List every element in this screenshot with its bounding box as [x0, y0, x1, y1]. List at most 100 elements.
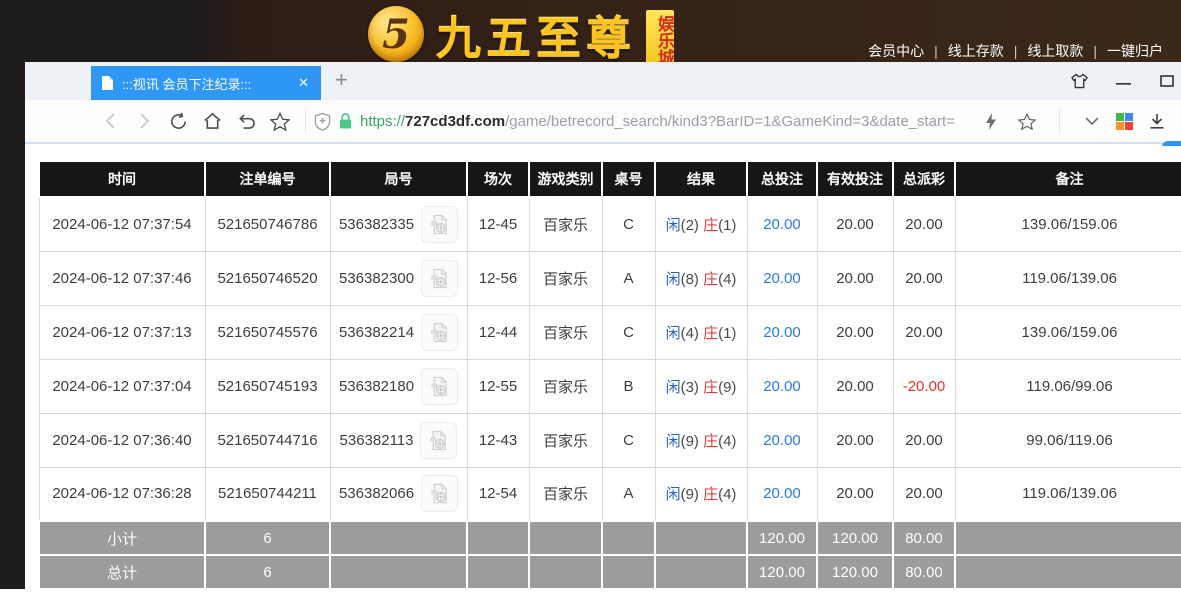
round-content: 536382300 [339, 260, 458, 297]
video-record-button[interactable] [421, 368, 458, 405]
total-bet-link[interactable]: 20.00 [763, 432, 801, 449]
round-number: 536382113 [340, 432, 414, 449]
link-online-withdraw[interactable]: 线上取款 [1027, 41, 1083, 61]
video-record-button[interactable] [421, 475, 458, 512]
header-total-bet: 总投注 [747, 161, 817, 197]
cell-table: A [602, 467, 655, 521]
link-online-deposit[interactable]: 线上存款 [948, 41, 1004, 61]
cell-time: 2024-06-12 07:36:28 [39, 467, 205, 521]
download-icon[interactable] [1145, 106, 1169, 136]
cell-result: 闲(2) 庄(1) [655, 197, 747, 251]
video-record-icon [428, 213, 451, 236]
result-banker-label: 庄 [703, 217, 718, 234]
result-player-label: 闲 [666, 217, 681, 234]
result-player-label: 闲 [666, 271, 681, 288]
cell-valid-bet: 20.00 [817, 413, 893, 467]
video-record-button[interactable] [420, 422, 457, 459]
cell-round: 536382214 [330, 305, 467, 359]
total-bet-link[interactable]: 20.00 [763, 485, 801, 502]
page-viewport: 时间 注单编号 局号 场次 游戏类别 桌号 结果 总投注 有效投注 总派彩 备注… [25, 146, 1181, 613]
result-banker-label: 庄 [703, 325, 718, 342]
table-header: 时间 注单编号 局号 场次 游戏类别 桌号 结果 总投注 有效投注 总派彩 备注 [39, 161, 1181, 197]
cell-note: 119.06/139.06 [955, 251, 1181, 305]
bookmark-star-icon[interactable] [1015, 106, 1039, 136]
result-player-value: (4) [681, 325, 704, 342]
round-content: 536382335 [339, 206, 458, 243]
cell-total-bet: 20.00 [747, 197, 817, 251]
total-bet-link[interactable]: 20.00 [763, 216, 801, 233]
cell-round: 536382335 [330, 197, 467, 251]
link-one-key-transfer[interactable]: 一键归户 [1107, 41, 1163, 61]
video-record-button[interactable] [421, 260, 458, 297]
grand-total-row: 总计6120.00120.0080.00 [39, 555, 1181, 589]
video-record-icon [428, 267, 451, 290]
cell-valid-bet: 20.00 [817, 197, 893, 251]
video-record-button[interactable] [421, 206, 458, 243]
maximize-button[interactable] [1157, 71, 1177, 91]
footer-count: 6 [205, 521, 330, 555]
total-bet-link[interactable]: 20.00 [763, 270, 801, 287]
table-row: 2024-06-12 07:37:13521650745576536382214… [39, 305, 1181, 359]
page-background-strip [0, 0, 25, 589]
cell-bet-id: 521650746520 [205, 251, 330, 305]
casino-logo: 5 九五至尊 娱乐城 [368, 3, 674, 65]
cell-game-type: 百家乐 [529, 467, 602, 521]
bet-record-table: 时间 注单编号 局号 场次 游戏类别 桌号 结果 总投注 有效投注 总派彩 备注… [38, 160, 1181, 590]
tab-close-icon[interactable]: ✕ [296, 75, 311, 91]
browser-skin-icon[interactable] [1069, 71, 1089, 91]
link-separator: | [1093, 43, 1097, 59]
undo-icon[interactable] [229, 106, 263, 136]
cell-game-type: 百家乐 [529, 359, 602, 413]
link-member-center[interactable]: 会员中心 [868, 41, 924, 61]
table-row: 2024-06-12 07:37:46521650746520536382300… [39, 251, 1181, 305]
browser-tab[interactable]: :::视讯 会员下注纪录::: ✕ [91, 66, 321, 100]
link-separator: | [1014, 43, 1018, 59]
result-banker-value: (1) [718, 217, 736, 234]
address-bar[interactable]: https://727cd3df.com/game/betrecord_sear… [314, 112, 973, 131]
address-bar-actions [973, 106, 1181, 136]
header-game-type: 游戏类别 [529, 161, 602, 197]
cell-session: 12-43 [467, 413, 529, 467]
total-bet-link[interactable]: 20.00 [763, 324, 801, 341]
result-player-value: (3) [681, 379, 704, 396]
table-footer: 小计6120.00120.0080.00总计6120.00120.0080.00 [39, 521, 1181, 589]
result-banker-value: (4) [718, 271, 736, 288]
cell-payout: 20.00 [893, 413, 955, 467]
new-tab-button[interactable]: + [335, 69, 348, 91]
total-bet-link[interactable]: 20.00 [763, 378, 801, 395]
cell-valid-bet: 20.00 [817, 251, 893, 305]
result-banker-label: 庄 [703, 271, 718, 288]
url-protocol: https:// [360, 113, 405, 130]
cell-bet-id: 521650745193 [205, 359, 330, 413]
chevron-down-icon[interactable] [1080, 106, 1104, 136]
url-text[interactable]: https://727cd3df.com/game/betrecord_sear… [360, 113, 973, 130]
home-icon[interactable] [195, 106, 229, 136]
cell-bet-id: 521650745576 [205, 305, 330, 359]
refresh-icon[interactable] [161, 106, 195, 136]
cell-result: 闲(9) 庄(4) [655, 467, 747, 521]
table-row: 2024-06-12 07:37:54521650746786536382335… [39, 197, 1181, 251]
round-number: 536382214 [339, 324, 414, 341]
video-record-button[interactable] [421, 314, 458, 351]
footer-total-bet: 120.00 [747, 555, 817, 589]
footer-label: 小计 [39, 521, 205, 555]
browser-window: :::视讯 会员下注纪录::: ✕ + [25, 62, 1181, 613]
footer-empty [655, 555, 747, 589]
cell-table: C [602, 197, 655, 251]
back-icon[interactable] [93, 106, 127, 136]
result-player-label: 闲 [666, 325, 681, 342]
apps-grid-icon[interactable] [1116, 113, 1133, 130]
header-bet-id: 注单编号 [205, 161, 330, 197]
round-number: 536382066 [339, 485, 414, 502]
casino-header-banner: 5 九五至尊 娱乐城 会员中心 | 线上存款 | 线上取款 | 一键归户 [0, 0, 1181, 65]
video-record-icon [427, 429, 450, 452]
forward-icon[interactable] [127, 106, 161, 136]
lightning-icon[interactable] [979, 106, 1003, 136]
minimize-button[interactable] [1113, 71, 1133, 91]
result-banker-label: 庄 [703, 379, 718, 396]
cell-result: 闲(8) 庄(4) [655, 251, 747, 305]
table-body: 2024-06-12 07:37:54521650746786536382335… [39, 197, 1181, 521]
shield-icon[interactable] [314, 112, 331, 131]
tab-strip: :::视讯 会员下注纪录::: ✕ + [25, 62, 1181, 100]
favorites-star-icon[interactable] [263, 106, 297, 136]
